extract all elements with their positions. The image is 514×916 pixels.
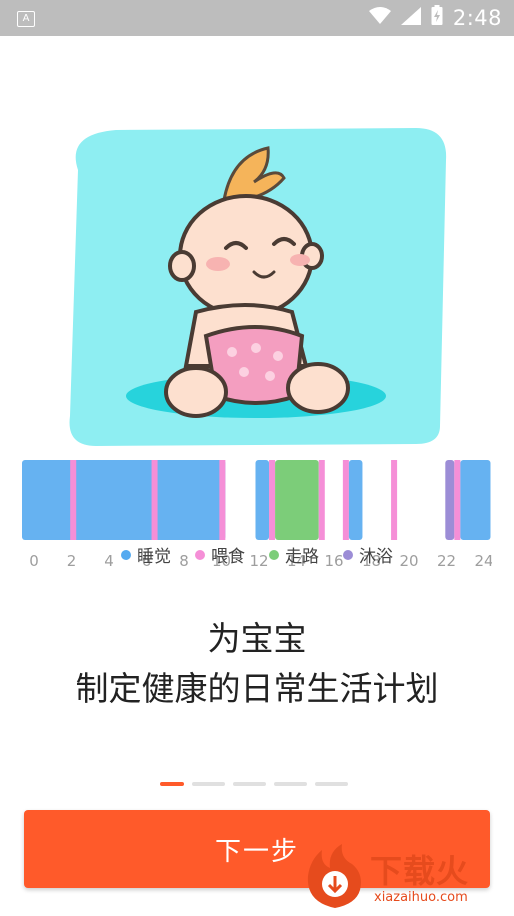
legend-dot-icon: [195, 549, 205, 560]
legend-label: 沐浴: [359, 547, 393, 567]
schedule-segment-feed: [391, 460, 398, 540]
schedule-segment-feed: [454, 460, 461, 540]
schedule-segment-feed: [151, 460, 158, 540]
page-indicator-dot: [274, 782, 307, 786]
legend-dot-icon: [121, 549, 131, 560]
status-bar: A 2:48: [0, 0, 514, 36]
schedule-segment-sleep: [348, 460, 363, 540]
schedule-segment-sleep: [255, 460, 270, 540]
schedule-segment-bath: [445, 460, 455, 540]
legend-item-sleep: 睡觉: [121, 542, 171, 567]
page-indicator-dot: [160, 782, 184, 786]
headline-line-1: 为宝宝: [207, 619, 307, 658]
daily-schedule-chart: 0 2 4 6 8 10 12 14 16 18 20 22 24: [22, 460, 492, 570]
app-notification-icon: A: [17, 11, 35, 27]
headline-line-2: 制定健康的日常生活计划: [75, 669, 439, 708]
schedule-segment-feed: [342, 460, 349, 540]
page-indicator-dot: [315, 782, 348, 786]
legend-label: 喂食: [211, 547, 245, 567]
schedule-segment-feed: [219, 460, 226, 540]
schedule-segment-walk: [275, 460, 319, 540]
schedule-segment-sleep: [460, 460, 491, 540]
watermark-domain: xiazaihuo.com: [374, 890, 468, 905]
legend-dot-icon: [269, 549, 279, 560]
schedule-segment-sleep: [22, 460, 226, 540]
legend-label: 睡觉: [137, 547, 171, 567]
legend-dot-icon: [343, 549, 353, 560]
legend-item-walk: 走路: [269, 542, 319, 567]
legend-label: 走路: [285, 547, 319, 567]
page-indicator-dot: [192, 782, 225, 786]
battery-icon: [431, 5, 443, 31]
hero-illustration: 0 2 4 6 8 10 12 14 16 18 20 22 24: [0, 36, 514, 570]
baby-illustration: [69, 128, 447, 446]
page-indicator-dot: [233, 782, 266, 786]
schedule-segment-feed: [269, 460, 276, 540]
flame-logo-icon: [307, 844, 361, 908]
status-time: 2:48: [452, 6, 502, 30]
watermark-brand: 下载火: [370, 852, 470, 890]
page-indicator: [160, 782, 348, 786]
status-icons: 2:48: [368, 5, 502, 31]
schedule-segment-feed: [70, 460, 77, 540]
wifi-icon: [368, 6, 391, 31]
legend-item-feed: 喂食: [195, 542, 245, 567]
legend-item-bath: 沐浴: [343, 542, 393, 567]
chart-legend: 睡觉 喂食 走路 沐浴: [0, 542, 514, 567]
signal-icon: [400, 6, 421, 31]
watermark-logo: 下载火 xiazaihuo.com: [300, 842, 514, 912]
schedule-segment-feed: [318, 460, 325, 540]
